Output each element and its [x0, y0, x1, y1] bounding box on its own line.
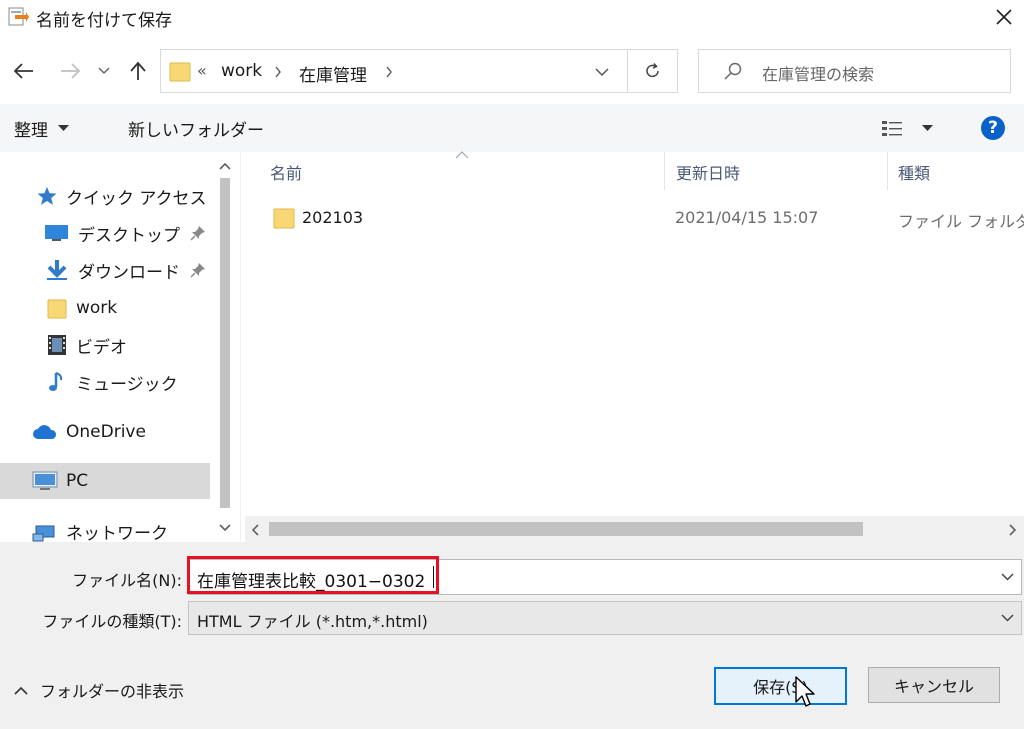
close-button[interactable] [984, 0, 1024, 34]
music-icon [49, 372, 63, 391]
up-button[interactable] [124, 57, 152, 85]
save-button[interactable]: 保存(S) [714, 667, 847, 705]
column-header-type[interactable]: 種類 [898, 160, 930, 184]
search-icon [724, 62, 742, 80]
details-view-icon [882, 121, 902, 136]
column-divider[interactable] [887, 152, 888, 190]
hide-folders-toggle[interactable]: フォルダーの非表示 [14, 678, 184, 702]
command-bar: 整理 新しいフォルダー ? [0, 104, 1024, 152]
sidebar-item-label: PC [66, 471, 89, 491]
arrow-left-icon [13, 63, 33, 79]
star-icon [37, 187, 57, 205]
filename-label: ファイル名(N): [72, 571, 182, 590]
folder-icon [273, 208, 295, 229]
window-title: 名前を付けて保存 [36, 11, 172, 31]
file-type: ファイル フォルダー [898, 212, 1024, 231]
title-bar: 名前を付けて保存 [0, 0, 1024, 34]
breadcrumb-overflow[interactable]: « [197, 61, 207, 80]
scrollbar-thumb[interactable] [269, 522, 863, 536]
recent-locations-button[interactable] [94, 57, 114, 85]
filetype-value: HTML ファイル (*.htm,*.html) [197, 612, 428, 631]
sidebar-item-label: ビデオ [76, 337, 127, 358]
folder-icon [169, 62, 191, 82]
chevron-right-icon[interactable] [385, 66, 393, 78]
sidebar-item-label: work [76, 298, 118, 318]
sidebar-item-downloads[interactable]: ダウンロード [44, 253, 210, 287]
download-icon [47, 260, 67, 280]
app-icon [7, 6, 29, 28]
view-options-button[interactable] [880, 116, 933, 140]
sidebar-scrollbar[interactable] [213, 152, 237, 542]
pc-icon [32, 471, 58, 490]
sidebar-item-work[interactable]: work [46, 291, 117, 325]
sidebar-item-label: デスクトップ [78, 225, 180, 246]
navigation-pane: クイック アクセス デスクトップ ダウンロード work ビデオ ミュージック … [0, 152, 240, 544]
caret-down-icon [922, 124, 933, 131]
folder-icon [47, 299, 67, 319]
arrow-right-icon [61, 63, 81, 79]
chevron-down-icon [98, 67, 110, 75]
breadcrumb-inventory[interactable]: 在庫管理 [299, 61, 367, 86]
sidebar-item-music[interactable]: ミュージック [46, 365, 178, 399]
forward-button[interactable] [56, 57, 84, 85]
chevron-right-icon[interactable] [274, 66, 282, 78]
filetype-select[interactable]: HTML ファイル (*.htm,*.html) [188, 601, 1022, 635]
address-dropdown-icon[interactable] [595, 68, 609, 77]
desktop-icon [45, 225, 68, 241]
search-box[interactable]: 在庫管理の検索 [698, 49, 1011, 93]
sidebar-item-label: ネットワーク [66, 523, 168, 544]
divider [627, 50, 628, 92]
sidebar-item-videos[interactable]: ビデオ [46, 328, 127, 362]
pin-icon[interactable] [190, 225, 206, 241]
back-button[interactable] [10, 57, 38, 85]
scroll-left-icon[interactable] [251, 524, 259, 536]
chevron-up-icon [14, 686, 28, 695]
close-icon [996, 9, 1012, 25]
cancel-button[interactable]: キャンセル [868, 667, 1000, 703]
sidebar-item-quick-access[interactable]: クイック アクセス [36, 179, 207, 213]
sidebar-item-label: ミュージック [76, 374, 178, 395]
address-bar[interactable]: « work 在庫管理 [160, 49, 678, 93]
organize-button[interactable]: 整理 [14, 110, 69, 146]
chevron-down-icon [1001, 614, 1014, 622]
file-list-scrollbar[interactable] [245, 516, 1024, 542]
caret-down-icon [58, 124, 69, 131]
scrollbar-thumb[interactable] [220, 178, 230, 508]
sort-ascending-icon [455, 151, 469, 159]
sidebar-item-desktop[interactable]: デスクトップ [44, 216, 210, 250]
column-divider[interactable] [664, 152, 665, 190]
filename-highlight-box [187, 556, 439, 594]
arrow-up-icon [130, 61, 146, 80]
column-header-modified[interactable]: 更新日時 [676, 160, 740, 184]
file-modified: 2021/04/15 15:07 [675, 208, 819, 227]
column-header-name[interactable]: 名前 [270, 160, 302, 184]
hide-folders-label: フォルダーの非表示 [40, 682, 185, 701]
scroll-down-icon[interactable] [219, 524, 231, 532]
sidebar-item-label: ダウンロード [78, 262, 180, 283]
help-icon[interactable]: ? [981, 116, 1005, 140]
sidebar-item-onedrive[interactable]: OneDrive [32, 415, 146, 449]
cloud-icon [33, 425, 57, 439]
new-folder-button[interactable]: 新しいフォルダー [128, 110, 264, 146]
pin-icon[interactable] [190, 262, 206, 278]
sidebar-item-pc[interactable]: PC [32, 464, 88, 498]
refresh-icon[interactable] [644, 62, 662, 80]
filetype-label: ファイルの種類(T): [42, 612, 182, 631]
scroll-up-icon[interactable] [219, 162, 231, 170]
video-icon [48, 335, 66, 355]
mouse-cursor-icon [795, 676, 815, 707]
search-placeholder: 在庫管理の検索 [762, 65, 875, 84]
pane-divider [240, 152, 241, 542]
organize-label: 整理 [14, 120, 48, 141]
network-icon [32, 525, 55, 542]
file-row[interactable]: 202103 2021/04/15 15:07 ファイル フォルダー [262, 200, 1024, 236]
sidebar-item-label: クイック アクセス [66, 188, 207, 209]
save-options-panel: ファイル名(N): 在庫管理表比較_0301−0302 ファイルの種類(T): … [0, 542, 1024, 729]
sidebar-item-label: OneDrive [66, 422, 146, 442]
scroll-right-icon[interactable] [1009, 524, 1017, 536]
breadcrumb-work[interactable]: work [221, 61, 262, 81]
chevron-down-icon[interactable] [1001, 573, 1014, 581]
file-name: 202103 [302, 208, 364, 227]
